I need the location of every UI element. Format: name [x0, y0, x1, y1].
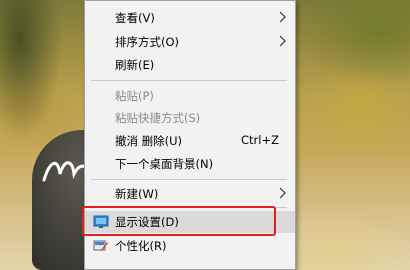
menu-item-label: 粘贴快捷方式(S)	[115, 111, 201, 125]
menu-item-label: 查看(V)	[115, 11, 155, 25]
personalize-icon	[93, 240, 108, 251]
chevron-right-icon	[279, 11, 286, 23]
menu-item-label: 新建(W)	[115, 187, 159, 201]
menu-item-new[interactable]: 新建(W)	[85, 183, 295, 205]
chevron-right-icon	[279, 187, 286, 199]
menu-item-label: 撤消 删除(U)	[115, 134, 183, 148]
menu-item-label: 个性化(R)	[115, 239, 167, 253]
menu-item-undo-delete[interactable]: 撤消 删除(U) Ctrl+Z	[85, 130, 295, 152]
menu-item-label: 粘贴(P)	[115, 89, 154, 103]
annotation-highlight-box	[82, 206, 276, 236]
menu-item-label: 排序方式(O)	[115, 35, 180, 49]
menu-item-refresh[interactable]: 刷新(E)	[85, 54, 295, 76]
menu-item-next-background[interactable]: 下一个桌面背景(N)	[85, 153, 295, 175]
menu-item-shortcut: Ctrl+Z	[241, 133, 279, 147]
menu-item-sort-by[interactable]: 排序方式(O)	[85, 31, 295, 53]
menu-separator	[91, 179, 287, 180]
chevron-right-icon	[279, 35, 286, 47]
menu-item-personalize[interactable]: 个性化(R)	[85, 235, 295, 257]
menu-item-label: 下一个桌面背景(N)	[115, 157, 214, 171]
menu-item-label: 刷新(E)	[115, 58, 155, 72]
menu-separator	[91, 80, 287, 81]
menu-item-paste-shortcut: 粘贴快捷方式(S)	[85, 107, 295, 129]
menu-item-view[interactable]: 查看(V)	[85, 7, 295, 29]
menu-item-paste: 粘贴(P)	[85, 85, 295, 107]
